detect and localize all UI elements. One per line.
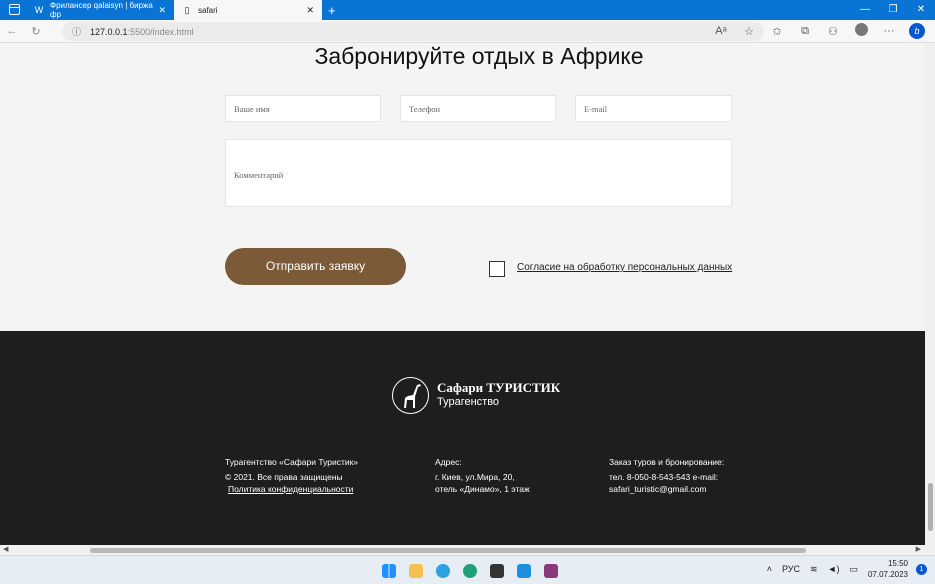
system-tray: ˄ РУС ≋ ◄) ▭ 15:50 07.07.2023 1 [767,558,927,580]
page-content: Забронируйте отдых в Африке Ваше имя Тел… [0,43,925,545]
winrar-icon[interactable] [538,561,564,580]
notification-badge[interactable]: 1 [916,563,927,575]
address-title: Адрес: [435,457,462,467]
tab-label: safari [198,5,218,15]
address-bar: ← ↻ ⓘ 127.0.0.1:5500/index.html Aᵃ ☆ ✩ ⧉… [0,20,935,43]
footer-booking-column: Заказ туров и бронирование: тел. 8-050-8… [609,456,724,495]
more-menu-icon[interactable]: ··· [875,25,903,37]
url-field[interactable]: ⓘ 127.0.0.1:5500/index.html [62,22,764,41]
restore-icon[interactable]: ❐ [879,0,907,20]
url-host: 127.0.0.1 [90,26,128,37]
info-icon[interactable]: ⓘ [72,25,81,38]
minimize-icon[interactable]: — [851,0,879,20]
new-tab-icon[interactable]: + [328,3,336,18]
email-address[interactable]: safari_turistic@gmail.com [609,483,724,495]
giraffe-logo-icon [392,377,429,414]
phone-email-line: тел. 8-050-8-543-543 e-mail: [609,472,719,482]
footer: Сафари ТУРИСТИК Турагенство Турагентство… [0,331,925,545]
tab-freelancer[interactable]: W Фрилансер qalaisyn | биржа фр ✕ [26,0,174,20]
name-input[interactable]: Ваше имя [225,95,381,122]
language-indicator[interactable]: РУС [782,564,800,574]
extensions-icon[interactable]: ⚇ [819,25,847,38]
page-icon: ▯ [184,4,190,15]
tab-actions-icon[interactable] [9,4,20,15]
taskbar: ˄ РУС ≋ ◄) ▭ 15:50 07.07.2023 1 [0,555,935,584]
collections-icon[interactable]: ⧉ [791,25,819,38]
brand-subtitle: Турагенство [437,396,500,408]
date: 07.07.2023 [867,570,908,579]
footer-address-column: Адрес: г. Киев, ул.Мира, 20, отель «Дина… [435,456,530,495]
profile-avatar[interactable] [847,23,875,39]
url-path: :5500/index.html [127,26,194,37]
back-icon[interactable]: ← [0,25,24,37]
horizontal-scrollbar[interactable]: ◀ ▶ [0,545,935,555]
refresh-icon[interactable]: ↻ [24,25,48,38]
tab-safari[interactable]: ▯ safari ✕ [174,0,322,20]
windows-start-icon[interactable] [376,561,402,580]
chevron-up-icon[interactable]: ˄ [767,564,772,574]
email-input[interactable]: E-mail [575,95,732,122]
privacy-policy-link[interactable]: Политика конфиденциальности [228,483,358,495]
taskbar-apps [376,561,565,580]
tab-label: Фрилансер qalaisyn | биржа фр [50,1,153,19]
vertical-scrollbar[interactable] [925,43,935,545]
booking-title: Забронируйте отдых в Африке [314,43,644,69]
copyright: © 2021. Все права защищены [225,472,343,482]
scroll-left-icon[interactable]: ◀ [3,545,8,553]
comment-textarea[interactable]: Комментарий [225,139,732,207]
brand-name: Сафари ТУРИСТИК [437,380,561,395]
clock[interactable]: 15:50 07.07.2023 [868,558,908,580]
window-controls: — ❐ ✕ [851,0,935,20]
telegram-icon[interactable] [430,561,456,580]
favorite-star-icon[interactable]: ☆ [735,25,763,38]
scroll-thumb[interactable] [928,483,933,531]
time: 15:50 [887,559,908,568]
vscode-icon[interactable] [511,561,537,580]
toolbar-icons: Aᵃ ☆ ✩ ⧉ ⚇ ··· b [707,23,931,39]
close-window-icon[interactable]: ✕ [907,0,935,20]
consent-link[interactable]: Согласие на обработку персональных данны… [517,262,732,273]
submit-button[interactable]: Отправить заявку [225,248,406,285]
favorites-icon[interactable]: ✩ [763,25,791,38]
company-name: Турагентство «Сафари Туристик» [225,457,359,467]
volume-icon[interactable]: ◄) [828,564,840,574]
close-icon[interactable]: ✕ [306,5,314,16]
scroll-thumb[interactable] [90,548,806,553]
figma-icon[interactable] [484,561,510,580]
scroll-right-icon[interactable]: ▶ [916,545,921,553]
browser-tab-bar: W Фрилансер qalaisyn | биржа фр ✕ ▯ safa… [0,0,935,20]
booking-contacts-title: Заказ туров и бронирование: [609,457,725,467]
close-icon[interactable]: ✕ [158,5,166,16]
address-line: отель «Динамо», 1 этаж [435,484,530,494]
file-explorer-icon[interactable] [403,561,429,580]
w-icon: W [34,5,44,15]
footer-company-column: Турагентство «Сафари Туристик» © 2021. В… [225,456,358,495]
bing-icon[interactable]: b [903,23,931,39]
consent-checkbox[interactable] [489,261,505,277]
read-aloud-icon[interactable]: Aᵃ [707,25,735,37]
phone-input[interactable]: Телефон [400,95,556,122]
edge-icon[interactable] [457,561,483,580]
battery-icon[interactable]: ▭ [849,564,858,575]
wifi-icon[interactable]: ≋ [810,564,818,575]
address-line: г. Киев, ул.Мира, 20, [435,472,515,482]
